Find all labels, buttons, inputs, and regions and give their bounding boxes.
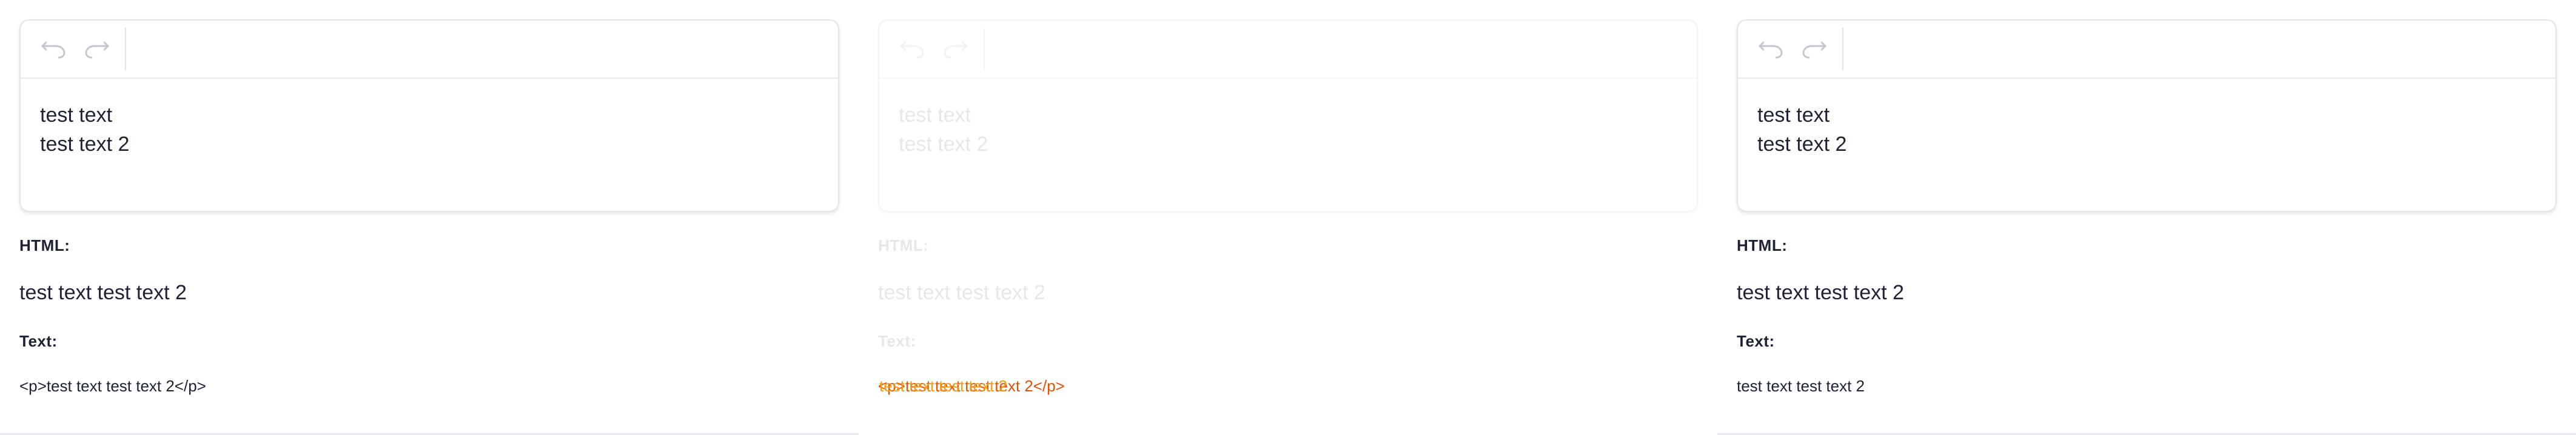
editor-toolbar: [1738, 21, 2555, 79]
editor-panel-3: test text test text 2 HTML: test text te…: [1717, 0, 2576, 435]
redo-icon: [1802, 41, 1826, 59]
content-line-1: test text: [899, 104, 971, 127]
html-output: test text test text 2: [878, 281, 1045, 304]
redo-icon: [85, 41, 109, 59]
editor-panel-2-disabled: test text test text 2 HTML: test text te…: [859, 0, 1717, 435]
text-label: Text:: [19, 332, 58, 350]
html-label: HTML:: [878, 236, 929, 254]
redo-button[interactable]: [1797, 35, 1831, 62]
editor-content: test text test text 2: [899, 101, 1677, 159]
content-line-2: test text 2: [40, 133, 130, 156]
html-output: test text test text 2: [19, 281, 187, 304]
rich-text-editor: test text test text 2: [19, 19, 839, 212]
undo-icon: [900, 41, 924, 59]
toolbar-divider: [125, 28, 126, 70]
undo-icon: [1759, 41, 1783, 59]
text-output-layer-2: test text test text 2: [879, 377, 1007, 395]
html-label: HTML:: [19, 236, 70, 254]
undo-button[interactable]: [1754, 35, 1788, 62]
editor-toolbar: [879, 21, 1697, 79]
undo-button[interactable]: [36, 35, 70, 62]
editor-content[interactable]: test text test text 2: [40, 101, 819, 159]
undo-button: [895, 35, 929, 62]
text-output: test text test text 2: [1737, 377, 1865, 395]
text-label: Text:: [1737, 332, 1775, 350]
editor-demo-row: test text test text 2 HTML: test text te…: [0, 0, 2576, 435]
rich-text-editor: test text test text 2: [878, 19, 1698, 212]
toolbar-divider: [1842, 28, 1843, 70]
toolbar-divider: [984, 28, 985, 70]
content-line-2: test text 2: [1757, 133, 1847, 156]
redo-button[interactable]: [80, 35, 114, 62]
content-line-1: test text: [1757, 104, 1830, 127]
undo-icon: [41, 41, 65, 59]
editor-toolbar: [21, 21, 838, 79]
html-label: HTML:: [1737, 236, 1788, 254]
html-output: test text test text 2: [1737, 281, 1904, 304]
text-output: <p>test text test text 2</p>: [19, 377, 206, 395]
content-line-2: test text 2: [899, 133, 988, 156]
redo-icon: [944, 41, 968, 59]
text-label: Text:: [878, 332, 916, 350]
rich-text-editor: test text test text 2: [1737, 19, 2557, 212]
redo-button: [939, 35, 973, 62]
content-line-1: test text: [40, 104, 113, 127]
editor-panel-1: test text test text 2 HTML: test text te…: [0, 0, 859, 435]
editor-content[interactable]: test text test text 2: [1757, 101, 2536, 159]
